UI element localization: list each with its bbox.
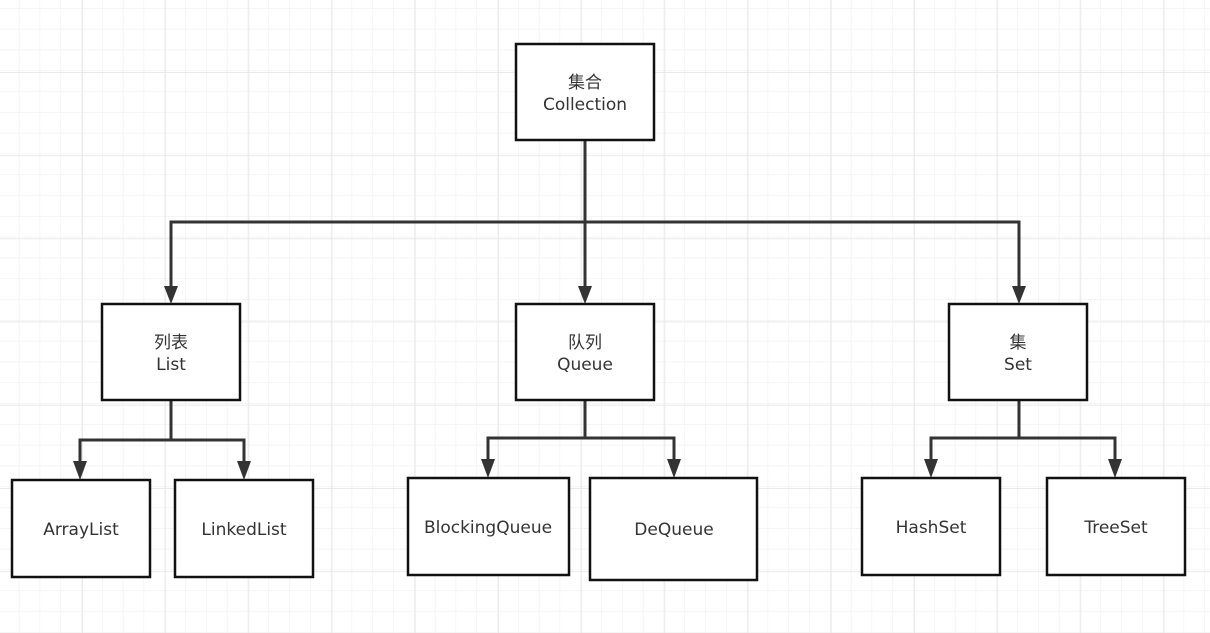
node-arraylist[interactable]: ArrayList (10, 478, 152, 579)
node-label: LinkedList (201, 520, 287, 540)
node-list[interactable]: 列表 List (100, 302, 242, 402)
node-label: ArrayList (43, 520, 119, 540)
node-collection[interactable]: 集合 Collection (514, 42, 656, 142)
node-dequeue[interactable]: DeQueue (588, 476, 759, 582)
node-linkedlist[interactable]: LinkedList (173, 478, 315, 579)
diagram-canvas: 集合 Collection 列表 List 队列 Queue 集 Set Arr… (0, 0, 1210, 633)
node-label: TreeSet (1083, 518, 1148, 538)
node-label: Set (1004, 355, 1032, 375)
node-set[interactable]: 集 Set (947, 302, 1089, 402)
node-label: 集 (1010, 333, 1027, 353)
node-label: BlockingQueue (424, 518, 552, 538)
node-hashset[interactable]: HashSet (860, 476, 1002, 577)
node-treeset[interactable]: TreeSet (1045, 476, 1187, 577)
node-label: DeQueue (634, 520, 713, 540)
node-label: Queue (557, 355, 613, 375)
node-label: HashSet (896, 518, 967, 538)
node-label: 集合 (568, 73, 602, 93)
node-blockingqueue[interactable]: BlockingQueue (406, 476, 571, 577)
node-label: List (156, 355, 186, 375)
node-label: 列表 (154, 333, 188, 353)
node-label: Collection (543, 95, 627, 115)
node-queue[interactable]: 队列 Queue (514, 302, 656, 402)
node-label: 队列 (568, 333, 602, 353)
